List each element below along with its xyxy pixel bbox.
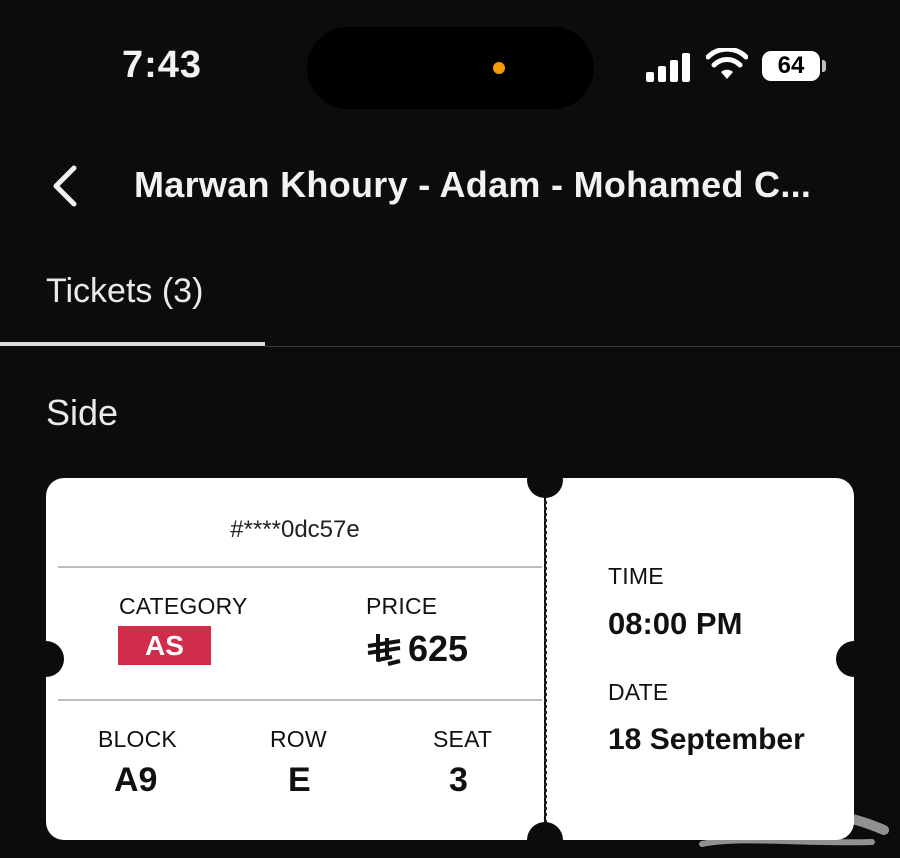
date-value: 18 September (608, 723, 805, 756)
seat-label: SEAT (433, 726, 493, 752)
wifi-icon (706, 48, 748, 79)
block-value: A9 (114, 761, 158, 799)
cellular-signal-icon (646, 52, 692, 82)
price-label: PRICE (366, 593, 438, 619)
time-value: 08:00 PM (608, 606, 743, 641)
ticket-notch-top (527, 462, 563, 498)
row-value: E (288, 761, 311, 799)
divider (58, 699, 542, 701)
ticket-notch-left (28, 641, 64, 677)
saudi-riyal-icon (367, 634, 401, 666)
ticket-stub[interactable]: TIME 08:00 PM DATE 18 September (546, 478, 854, 840)
block-label: BLOCK (98, 726, 177, 752)
watermark-logo (677, 810, 889, 847)
seat-value: 3 (449, 761, 468, 799)
recording-indicator-dot (493, 62, 505, 74)
dynamic-island (307, 27, 594, 109)
tab-active-indicator (0, 342, 265, 346)
ticket-perforation (544, 494, 547, 824)
section-label: Side (46, 392, 119, 433)
time-label: TIME (608, 563, 664, 589)
status-time: 7:43 (122, 44, 203, 86)
date-label: DATE (608, 679, 669, 705)
ticket-id: #****0dc57e (230, 516, 360, 543)
price-value-group: 625 (366, 628, 468, 670)
battery-indicator: 64 (762, 51, 820, 81)
divider (58, 566, 542, 568)
page-title: Marwan Khoury - Adam - Mohamed C... (134, 164, 812, 205)
category-badge: AS (118, 626, 211, 665)
ticket-notch-bottom (527, 822, 563, 858)
tab-tickets[interactable]: Tickets (3) (46, 272, 203, 311)
battery-cap (822, 60, 826, 72)
price-value: 625 (408, 628, 469, 669)
chevron-left-icon[interactable] (44, 162, 84, 210)
ticket-notch-right (836, 641, 872, 677)
row-label: ROW (270, 726, 327, 752)
ticket-main[interactable]: #****0dc57e CATEGORY AS PRICE 625 BLOCK … (46, 478, 544, 840)
tab-divider (265, 346, 900, 347)
category-label: CATEGORY (119, 593, 248, 619)
